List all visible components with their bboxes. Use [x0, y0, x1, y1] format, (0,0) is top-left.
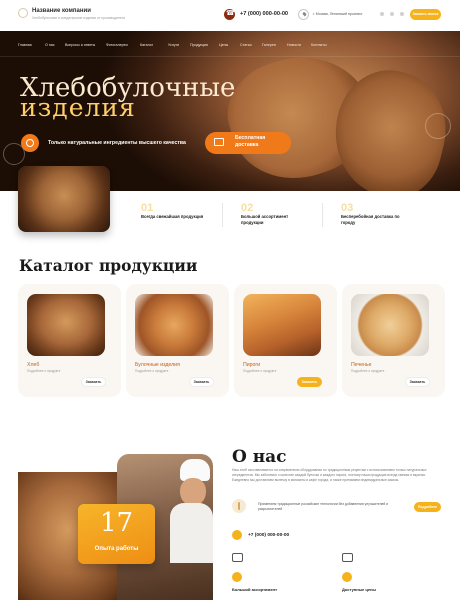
- leaf-icon: [21, 134, 39, 152]
- card-image[interactable]: [351, 294, 429, 356]
- feature-number: 03: [341, 202, 354, 214]
- card-image[interactable]: [135, 294, 213, 356]
- feature-divider: [322, 203, 323, 227]
- hero-title-accent: изделия: [20, 93, 136, 122]
- bread-photo: [18, 166, 110, 232]
- card-image[interactable]: [243, 294, 321, 356]
- phone-icon: [224, 9, 235, 20]
- feature-text: Большой ассортимент продукции: [241, 214, 289, 225]
- card-subtitle: Подробнее о продукте: [351, 369, 385, 373]
- truck-icon: [214, 138, 224, 146]
- experience-years: 17: [99, 508, 134, 538]
- top-header: Название компании Хлебобулочные и кондит…: [0, 0, 460, 31]
- catalog-title: Каталог продукции: [19, 256, 198, 275]
- card-image[interactable]: [27, 294, 105, 356]
- nav-item[interactable]: Продукция: [190, 43, 208, 47]
- nav-item[interactable]: Контакты: [311, 43, 327, 47]
- natural-ingredients-text: Только натуральные ингредиенты высшего к…: [48, 140, 186, 146]
- assortment-icon: [232, 553, 243, 562]
- telegram-icon[interactable]: [390, 12, 394, 16]
- feature-divider: [222, 203, 223, 227]
- header-address: г. Москва, Ленинский проспект: [313, 12, 363, 16]
- catalog-card[interactable]: Пироги Подробнее о продукте Заказать: [234, 284, 337, 397]
- order-button[interactable]: Заказать: [297, 377, 322, 387]
- nav-item[interactable]: Каталог: [140, 43, 153, 47]
- card-subtitle: Подробнее о продукте: [27, 369, 61, 373]
- price-label: Доступные цены: [342, 587, 376, 592]
- experience-label: Опыта работы: [94, 546, 139, 552]
- order-button[interactable]: Заказать: [189, 377, 214, 387]
- feature-text: Всегда свежайшая продукция: [141, 214, 204, 219]
- assortment-label: Большой ассортимент: [232, 587, 278, 592]
- catalog-card[interactable]: Хлеб Подробнее о продукте Заказать: [18, 284, 121, 397]
- vk-icon[interactable]: [380, 12, 384, 16]
- feature-text: Бесперебойная доставка по городу: [341, 214, 400, 225]
- free-delivery-text: Бесплатная доставка: [235, 135, 266, 148]
- phone-icon: [232, 530, 242, 540]
- nav-item[interactable]: Статьи: [240, 43, 252, 47]
- chef-uniform: [170, 503, 213, 563]
- header-phone[interactable]: +7 (000) 000-00-00: [240, 11, 288, 17]
- price-badge: [342, 572, 352, 582]
- nav-item[interactable]: Главная: [18, 43, 32, 47]
- catalog-card[interactable]: Булочные изделия Подробнее о продукте За…: [126, 284, 229, 397]
- callback-button[interactable]: Заказать звонок: [410, 9, 441, 20]
- card-title[interactable]: Пироги: [243, 362, 260, 368]
- chef-face: [180, 478, 206, 506]
- feature-number: 02: [241, 202, 254, 214]
- nav-item[interactable]: Галерея: [262, 43, 276, 47]
- order-button[interactable]: Заказать: [405, 377, 430, 387]
- nav-item[interactable]: Фотогалерея: [106, 43, 128, 47]
- more-button[interactable]: Подробнее: [414, 502, 441, 512]
- about-phone[interactable]: +7 (000) 000-00-00: [248, 533, 289, 538]
- card-title[interactable]: Хлеб: [27, 362, 39, 368]
- company-subtitle: Хлебобулочные и кондитерские изделия от …: [32, 16, 125, 20]
- card-subtitle: Подробнее о продукте: [243, 369, 277, 373]
- wheat-doodle: [425, 113, 451, 139]
- main-nav: Главная О нас Вопросы и ответы Фотогалер…: [0, 31, 460, 57]
- card-subtitle: Подробнее о продукте: [135, 369, 169, 373]
- nav-item[interactable]: О нас: [45, 43, 55, 47]
- company-name[interactable]: Название компании: [32, 8, 91, 14]
- price-icon: [342, 553, 353, 562]
- whatsapp-icon[interactable]: [400, 12, 404, 16]
- card-title[interactable]: Печенье: [351, 362, 371, 368]
- wheat-icon: [232, 499, 246, 513]
- location-icon: [298, 9, 309, 20]
- nav-item[interactable]: Новости: [287, 43, 301, 47]
- card-title[interactable]: Булочные изделия: [135, 362, 180, 368]
- nav-item[interactable]: Цены: [219, 43, 228, 47]
- assortment-badge: [232, 572, 242, 582]
- about-title: О нас: [232, 447, 287, 467]
- feature-number: 01: [141, 202, 154, 214]
- order-button[interactable]: Заказать: [81, 377, 106, 387]
- logo-icon[interactable]: [18, 8, 28, 18]
- nav-item[interactable]: Вопросы и ответы: [65, 43, 95, 47]
- nav-item[interactable]: Услуги: [168, 43, 179, 47]
- catalog-card[interactable]: Печенье Подробнее о продукте Заказать: [342, 284, 445, 397]
- tradition-text: Применяем традиционные российские технол…: [258, 502, 389, 511]
- about-description: Наш хлеб изготавливается на современном …: [232, 468, 427, 482]
